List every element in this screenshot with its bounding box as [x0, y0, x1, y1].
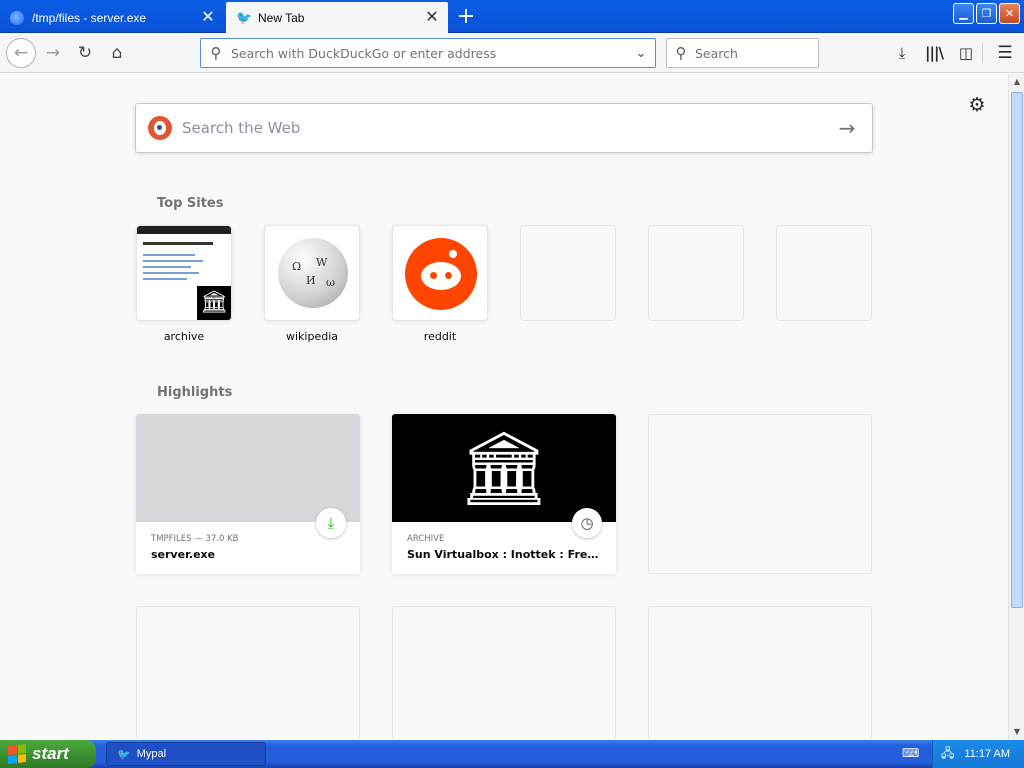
tab-new-tab[interactable]: 🐦 New Tab ✕	[226, 2, 448, 33]
mypal-icon: 🐦	[117, 748, 131, 761]
scroll-down-arrow-icon[interactable]: ▼	[1010, 724, 1024, 740]
tab-server-exe[interactable]: /tmp/files - server.exe ✕	[0, 2, 224, 33]
windows-logo-icon	[8, 744, 26, 764]
clock: 11:17 AM	[964, 748, 1011, 760]
highlight-title: server.exe	[151, 548, 216, 561]
top-site-tile[interactable]: Ω W И ω	[264, 225, 360, 321]
sidebar-button[interactable]: ◫	[953, 40, 979, 66]
navigation-toolbar: ← → ↻ ⌂ ⚲ ⌄ ⚲ ⤓ |||\ ◫ ☰	[0, 33, 1024, 73]
search-input[interactable]	[695, 45, 818, 61]
top-site-label: archive	[163, 330, 205, 343]
tab-title: /tmp/files - server.exe	[32, 10, 147, 25]
browser-window: /tmp/files - server.exe ✕ 🐦 New Tab ✕ + …	[0, 0, 1024, 740]
highlight-empty-slot	[648, 414, 872, 574]
downloads-button[interactable]: ⤓	[889, 40, 915, 66]
url-input[interactable]	[231, 45, 627, 61]
tab-title: New Tab	[258, 10, 305, 25]
close-tab-icon[interactable]: ✕	[196, 9, 220, 26]
new-tab-page: ⚙ → Top Sites 🏛 archive	[0, 74, 1008, 738]
vertical-scrollbar[interactable]: ▲ ▼	[1008, 74, 1024, 740]
window-controls: ▁ ❐ ✕	[953, 3, 1020, 24]
network-icon[interactable]: 🖧	[941, 744, 954, 765]
empty-tile[interactable]	[520, 225, 616, 321]
web-search-input[interactable]	[182, 119, 822, 137]
top-site-empty-slot[interactable]	[520, 225, 616, 321]
back-button[interactable]: ←	[6, 38, 36, 68]
top-site-tile[interactable]	[392, 225, 488, 321]
top-site-wikipedia[interactable]: Ω W И ω wikipedia	[264, 225, 360, 343]
top-site-label: reddit	[423, 330, 457, 343]
highlight-empty-slot	[136, 606, 360, 738]
top-site-empty-slot[interactable]	[648, 225, 744, 321]
address-bar[interactable]: ⚲ ⌄	[200, 38, 656, 68]
toolbar-separator	[982, 43, 983, 63]
search-icon: ⚲	[675, 44, 687, 62]
top-site-reddit[interactable]: reddit	[392, 225, 488, 343]
start-button[interactable]: start	[0, 740, 96, 768]
scroll-up-arrow-icon[interactable]: ▲	[1010, 74, 1024, 90]
highlight-empty-slot	[392, 606, 616, 738]
maximize-button[interactable]: ❐	[976, 3, 997, 24]
top-site-archive[interactable]: 🏛 archive	[136, 225, 232, 343]
clock-icon: ◷	[572, 508, 602, 538]
arrow-right-icon[interactable]: →	[822, 116, 872, 140]
highlight-source: ARCHIVE	[407, 534, 445, 544]
archive-icon: 🏛	[197, 286, 231, 320]
start-label: start	[32, 744, 69, 763]
search-icon: ⚲	[210, 44, 222, 62]
highlight-empty-slot	[648, 606, 872, 738]
wikipedia-icon: Ω W И ω	[278, 238, 348, 308]
highlight-preview	[136, 414, 360, 522]
scrollbar-thumb[interactable]	[1011, 92, 1023, 608]
minimize-button[interactable]: ▁	[953, 3, 974, 24]
library-button[interactable]: |||\	[921, 40, 947, 66]
empty-tile[interactable]	[776, 225, 872, 321]
highlight-title: Sun Virtualbox : Inottek : Free Download…	[407, 548, 603, 561]
top-site-label: wikipedia	[285, 330, 338, 343]
forward-button[interactable]: →	[40, 40, 66, 66]
highlight-source: TMPFILES — 37.0 KB	[151, 534, 239, 544]
archive-icon: 🏛	[392, 414, 616, 522]
web-search-box[interactable]: →	[135, 103, 873, 153]
close-window-button[interactable]: ✕	[999, 3, 1020, 24]
top-site-empty-slot[interactable]	[776, 225, 872, 321]
download-icon: ⤓	[316, 508, 346, 538]
search-bar[interactable]: ⚲	[666, 38, 819, 68]
duckduckgo-icon	[148, 116, 172, 140]
taskbar-item-mypal[interactable]: 🐦 Mypal	[106, 742, 266, 766]
gear-icon[interactable]: ⚙	[966, 94, 988, 116]
system-tray: 🖧 11:17 AM	[932, 740, 1024, 768]
top-site-tile[interactable]: 🏛	[136, 225, 232, 321]
highlights-heading: Highlights	[157, 385, 233, 400]
page-icon	[10, 10, 24, 25]
taskbar: start 🐦 Mypal ⌨ 🖧 11:17 AM	[0, 740, 1024, 768]
close-tab-icon[interactable]: ✕	[420, 9, 444, 26]
mypal-icon: 🐦	[236, 9, 253, 25]
chevron-down-icon[interactable]: ⌄	[627, 46, 655, 61]
reddit-icon	[405, 238, 477, 310]
tab-strip: /tmp/files - server.exe ✕ 🐦 New Tab ✕ + …	[0, 0, 1024, 33]
taskbar-item-label: Mypal	[136, 748, 167, 760]
highlight-card-server-exe[interactable]: ⤓ TMPFILES — 37.0 KB server.exe	[136, 414, 360, 574]
home-button[interactable]: ⌂	[104, 40, 130, 66]
menu-button[interactable]: ☰	[992, 40, 1018, 66]
reload-button[interactable]: ↻	[72, 40, 98, 66]
top-sites-heading: Top Sites	[157, 196, 224, 211]
empty-tile[interactable]	[648, 225, 744, 321]
keyboard-icon[interactable]: ⌨	[902, 746, 919, 760]
new-tab-button[interactable]: +	[452, 3, 480, 31]
highlight-card-archive[interactable]: 🏛 ◷ ARCHIVE Sun Virtualbox : Inottek : F…	[392, 414, 616, 574]
